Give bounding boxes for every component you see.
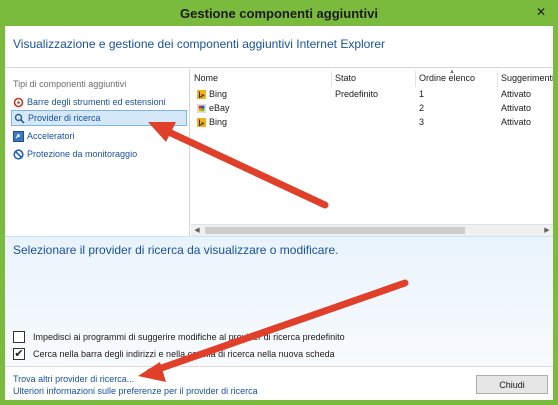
horizontal-scrollbar[interactable]: ◀ ▶ [191, 224, 553, 236]
row-name: Bing [209, 89, 228, 99]
learn-more-link[interactable]: Ulteriori informazioni sulle preferenze … [13, 386, 258, 396]
prevent-suggestions-option[interactable]: Impedisci ai programmi di suggerire modi… [13, 331, 345, 343]
window-title: Gestione componenti aggiuntivi [180, 6, 378, 21]
dialog-window: Gestione componenti aggiuntivi ✕ Visuali… [0, 0, 558, 405]
bing-icon [197, 117, 206, 127]
column-header-suggerimenti[interactable]: Suggerimenti p [501, 73, 553, 87]
type-item-label: Provider di ricerca [28, 113, 101, 123]
block-icon [13, 148, 24, 160]
column-header-name[interactable]: Nome [194, 73, 218, 87]
gear-icon [13, 97, 24, 108]
type-item-accelerators[interactable]: Acceleratori [11, 128, 187, 144]
row-name: eBay [209, 103, 230, 113]
column-separator [415, 71, 416, 87]
providers-table: Nome Stato Ordine elenco ▲ Suggerimenti … [191, 69, 553, 236]
scrollbar-thumb[interactable] [205, 227, 465, 234]
row-suggerimenti: Attivato [501, 117, 532, 127]
table-row[interactable]: Bing 3 Attivato [191, 117, 553, 130]
scroll-left-icon[interactable]: ◀ [191, 225, 203, 236]
row-ordine: 2 [419, 103, 425, 113]
type-item-label: Protezione da monitoraggio [27, 149, 138, 159]
row-name: Bing [209, 117, 228, 127]
type-item-tracking-protection[interactable]: Protezione da monitoraggio [11, 146, 187, 162]
type-item-label: Acceleratori [27, 131, 75, 141]
type-item-label: Barre degli strumenti ed estensioni [27, 97, 166, 107]
column-header-ordine[interactable]: Ordine elenco [419, 73, 475, 87]
row-ordine: 1 [419, 89, 425, 99]
search-icon [14, 113, 25, 124]
address-bar-search-checkbox[interactable]: ✔ [13, 348, 25, 360]
accelerator-icon [13, 130, 24, 142]
row-suggerimenti: Attivato [501, 89, 532, 99]
addon-types-panel: Tipi di componenti aggiuntivi Barre degl… [5, 69, 190, 236]
column-header-stato[interactable]: Stato [335, 73, 356, 87]
address-bar-search-option[interactable]: ✔ Cerca nella barra degli indirizzi e ne… [13, 348, 335, 360]
header: Visualizzazione e gestione dei component… [5, 26, 553, 68]
column-separator [497, 71, 498, 87]
row-ordine: 3 [419, 117, 425, 127]
sort-up-icon: ▲ [449, 69, 455, 75]
find-more-providers-link[interactable]: Trova altri provider di ricerca... [13, 374, 134, 384]
table-row[interactable]: Bing Predefinito 1 Attivato [191, 89, 553, 102]
bing-icon [197, 89, 206, 99]
type-item-search-providers[interactable]: Provider di ricerca [11, 110, 187, 126]
title-bar[interactable]: Gestione componenti aggiuntivi ✕ [0, 0, 558, 26]
row-stato: Predefinito [335, 89, 379, 99]
ebay-icon [197, 103, 206, 113]
details-title: Selezionare il provider di ricerca da vi… [13, 243, 339, 257]
row-suggerimenti: Attivato [501, 103, 532, 113]
close-button[interactable]: Chiudi [476, 375, 548, 394]
footer: Trova altri provider di ricerca... Ulter… [5, 366, 553, 400]
scroll-right-icon[interactable]: ▶ [541, 225, 553, 236]
type-item-toolbars[interactable]: Barre degli strumenti ed estensioni [11, 94, 187, 110]
header-title: Visualizzazione e gestione dei component… [13, 37, 386, 51]
column-separator [331, 71, 332, 87]
prevent-suggestions-label: Impedisci ai programmi di suggerire modi… [33, 332, 345, 342]
address-bar-search-label: Cerca nella barra degli indirizzi e nell… [33, 349, 335, 359]
addon-types-title: Tipi di componenti aggiuntivi [13, 79, 127, 89]
table-row[interactable]: eBay 2 Attivato [191, 103, 553, 116]
prevent-suggestions-checkbox[interactable] [13, 331, 25, 343]
details-pane: Selezionare il provider di ricerca da vi… [5, 236, 553, 366]
close-icon[interactable]: ✕ [532, 4, 550, 20]
dialog-client: Visualizzazione e gestione dei component… [5, 26, 553, 400]
